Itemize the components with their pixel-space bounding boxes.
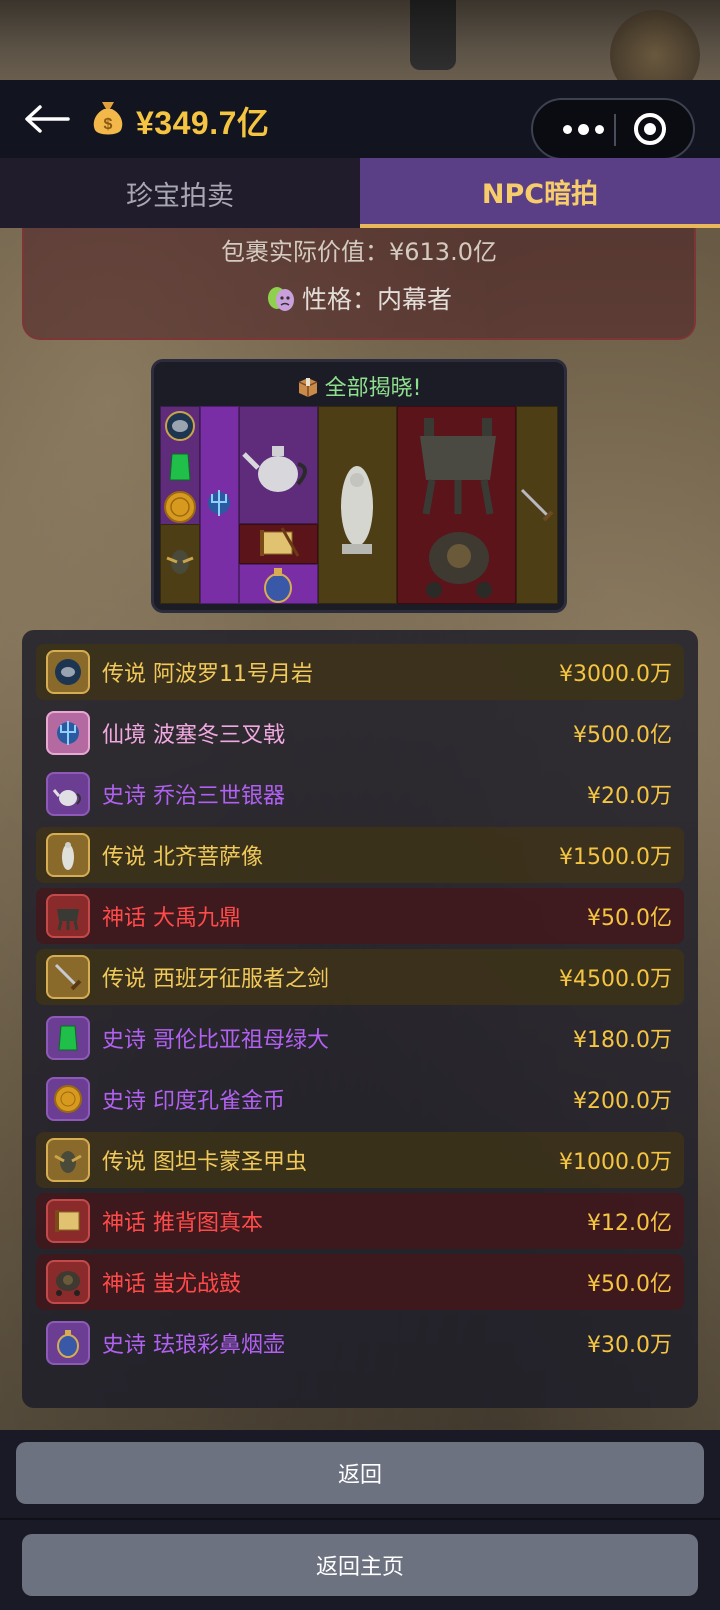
- bronze-ding-icon: [420, 418, 496, 515]
- emerald-icon: [46, 1016, 90, 1060]
- trident-icon: [208, 490, 230, 516]
- silver-teapot-icon: [242, 446, 307, 492]
- item-price: ¥200.0万: [573, 1089, 672, 1114]
- war-drum-icon: [426, 532, 492, 598]
- scroll-icon: [260, 527, 300, 557]
- back-button[interactable]: 返回: [16, 1442, 704, 1504]
- item-name: 史诗 乔治三世银器: [102, 784, 286, 809]
- trident-icon: [46, 711, 90, 755]
- close-miniprogram-icon[interactable]: [634, 113, 666, 145]
- bodhisattva-statue-icon: [341, 466, 373, 554]
- list-item[interactable]: 传说 西班牙征服者之剑 ¥4500.0万: [36, 949, 684, 1005]
- list-item[interactable]: 神话 推背图真本 ¥12.0亿: [36, 1193, 684, 1249]
- sword-icon: [520, 488, 554, 522]
- bodhisattva-statue-icon: [46, 833, 90, 877]
- miniprogram-capsule: [531, 98, 695, 160]
- item-name: 神话 蚩尤战鼓: [102, 1272, 242, 1297]
- home-button[interactable]: 返回主页: [22, 1534, 698, 1596]
- item-name: 传说 阿波罗11号月岩: [102, 662, 314, 687]
- npc-info-card: 包裹实际价值：¥613.0亿 性格：内幕者: [22, 228, 696, 340]
- moon-rock-icon: [165, 411, 195, 441]
- grid-title: 全部揭晓!: [154, 370, 564, 402]
- list-item[interactable]: 史诗 印度孔雀金币 ¥200.0万: [36, 1071, 684, 1127]
- item-price: ¥1500.0万: [559, 845, 672, 870]
- list-item[interactable]: 史诗 哥伦比亚祖母绿大 ¥180.0万: [36, 1010, 684, 1066]
- more-menu-icon[interactable]: [553, 114, 613, 144]
- scarab-icon: [166, 550, 194, 574]
- snuff-bottle-icon: [264, 568, 292, 603]
- moon-rock-icon: [46, 650, 90, 694]
- tab-bar: 珍宝拍卖 NPC暗拍: [0, 158, 720, 228]
- item-price: ¥500.0亿: [573, 723, 672, 748]
- item-name: 传说 北齐菩萨像: [102, 845, 264, 870]
- item-name: 传说 图坦卡蒙圣甲虫: [102, 1150, 308, 1175]
- item-name: 史诗 印度孔雀金币: [102, 1089, 286, 1114]
- bronze-ding-icon: [46, 894, 90, 938]
- item-price: ¥20.0万: [587, 784, 672, 809]
- list-item[interactable]: 传说 阿波罗11号月岩 ¥3000.0万: [36, 644, 684, 700]
- back-arrow-button[interactable]: [24, 100, 72, 138]
- tab-npc-dark-auction[interactable]: NPC暗拍: [360, 158, 720, 228]
- sword-icon: [46, 955, 90, 999]
- money-bag-icon: $: [93, 102, 123, 135]
- item-name: 传说 西班牙征服者之剑: [102, 967, 330, 992]
- personality-text: 性格：内幕者: [301, 285, 452, 314]
- item-name: 史诗 珐琅彩鼻烟壶: [102, 1333, 286, 1358]
- war-drum-icon: [46, 1260, 90, 1304]
- list-item[interactable]: 史诗 珐琅彩鼻烟壶 ¥30.0万: [36, 1315, 684, 1371]
- item-name: 神话 大禹九鼎: [102, 906, 242, 931]
- inkwell-decoration: [410, 0, 456, 70]
- item-price: ¥1000.0万: [559, 1150, 672, 1175]
- item-list: 传说 阿波罗11号月岩 ¥3000.0万 仙境 波塞冬三叉戟 ¥500.0亿 史…: [22, 630, 698, 1408]
- item-price: ¥50.0亿: [587, 1272, 672, 1297]
- silver-teapot-icon: [46, 772, 90, 816]
- snuff-bottle-icon: [46, 1321, 90, 1365]
- footer-divider: [0, 1518, 720, 1520]
- item-name: 史诗 哥伦比亚祖母绿大: [102, 1028, 330, 1053]
- item-price: ¥180.0万: [573, 1028, 672, 1053]
- list-item[interactable]: 传说 北齐菩萨像 ¥1500.0万: [36, 827, 684, 883]
- scroll-icon: [46, 1199, 90, 1243]
- emerald-icon: [169, 453, 191, 481]
- list-item[interactable]: 仙境 波塞冬三叉戟 ¥500.0亿: [36, 705, 684, 761]
- balance-amount: ¥349.7亿: [136, 105, 270, 141]
- background-photo: [0, 0, 720, 100]
- npc-personality: 性格：内幕者: [24, 280, 694, 316]
- item-name: 神话 推背图真本: [102, 1211, 264, 1236]
- package-box-icon: [298, 378, 317, 397]
- footer-bar: 返回 返回主页: [0, 1430, 720, 1610]
- theater-masks-icon: [267, 287, 294, 311]
- package-value: 包裹实际价值：¥613.0亿: [221, 238, 497, 266]
- item-price: ¥30.0万: [587, 1333, 672, 1358]
- list-item[interactable]: 神话 蚩尤战鼓 ¥50.0亿: [36, 1254, 684, 1310]
- tab-treasure-auction[interactable]: 珍宝拍卖: [0, 158, 360, 228]
- list-item[interactable]: 神话 大禹九鼎 ¥50.0亿: [36, 888, 684, 944]
- svg-text:$: $: [104, 116, 113, 133]
- item-price: ¥4500.0万: [559, 967, 672, 992]
- scarab-icon: [46, 1138, 90, 1182]
- bag-grid: [160, 406, 558, 604]
- grid-title-text: 全部揭晓!: [324, 376, 422, 401]
- item-grid-panel: 全部揭晓!: [151, 359, 567, 613]
- list-item[interactable]: 传说 图坦卡蒙圣甲虫 ¥1000.0万: [36, 1132, 684, 1188]
- list-item[interactable]: 史诗 乔治三世银器 ¥20.0万: [36, 766, 684, 822]
- item-price: ¥3000.0万: [559, 662, 672, 687]
- gold-coin-icon: [164, 491, 196, 523]
- back-arrow-icon: [25, 105, 70, 133]
- gold-coin-icon: [46, 1077, 90, 1121]
- item-price: ¥12.0亿: [587, 1211, 672, 1236]
- item-name: 仙境 波塞冬三叉戟: [102, 723, 286, 748]
- item-price: ¥50.0亿: [587, 906, 672, 931]
- capsule-divider: [614, 114, 616, 146]
